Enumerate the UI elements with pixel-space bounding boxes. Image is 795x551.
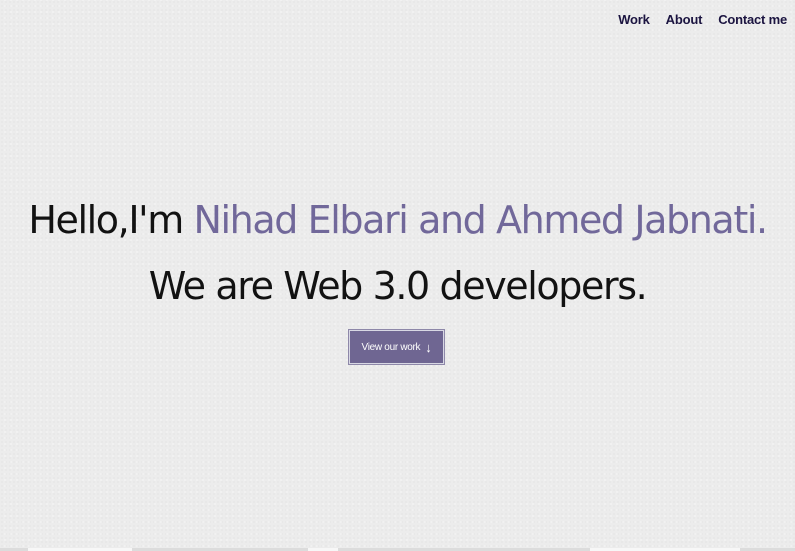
arrow-down-icon: ↓ <box>425 339 432 355</box>
nav-link-work[interactable]: Work <box>618 12 650 27</box>
hero-greeting: Hello,I'm <box>28 198 194 242</box>
hero-section: Hello,I'm Nihad Elbari and Ahmed Jabnati… <box>0 196 795 310</box>
view-work-button[interactable]: View our work ↓ <box>349 330 444 364</box>
hero-names: Nihad Elbari and Ahmed Jabnati. <box>193 198 769 242</box>
nav-link-contact[interactable]: Contact me <box>718 12 787 27</box>
hero-heading: Hello,I'm Nihad Elbari and Ahmed Jabnati… <box>0 196 795 244</box>
top-nav: Work About Contact me <box>618 12 787 27</box>
hero-tagline: We are Web 3.0 developers. <box>148 264 648 308</box>
nav-link-about[interactable]: About <box>666 12 703 27</box>
view-work-label: View our work <box>361 341 421 353</box>
